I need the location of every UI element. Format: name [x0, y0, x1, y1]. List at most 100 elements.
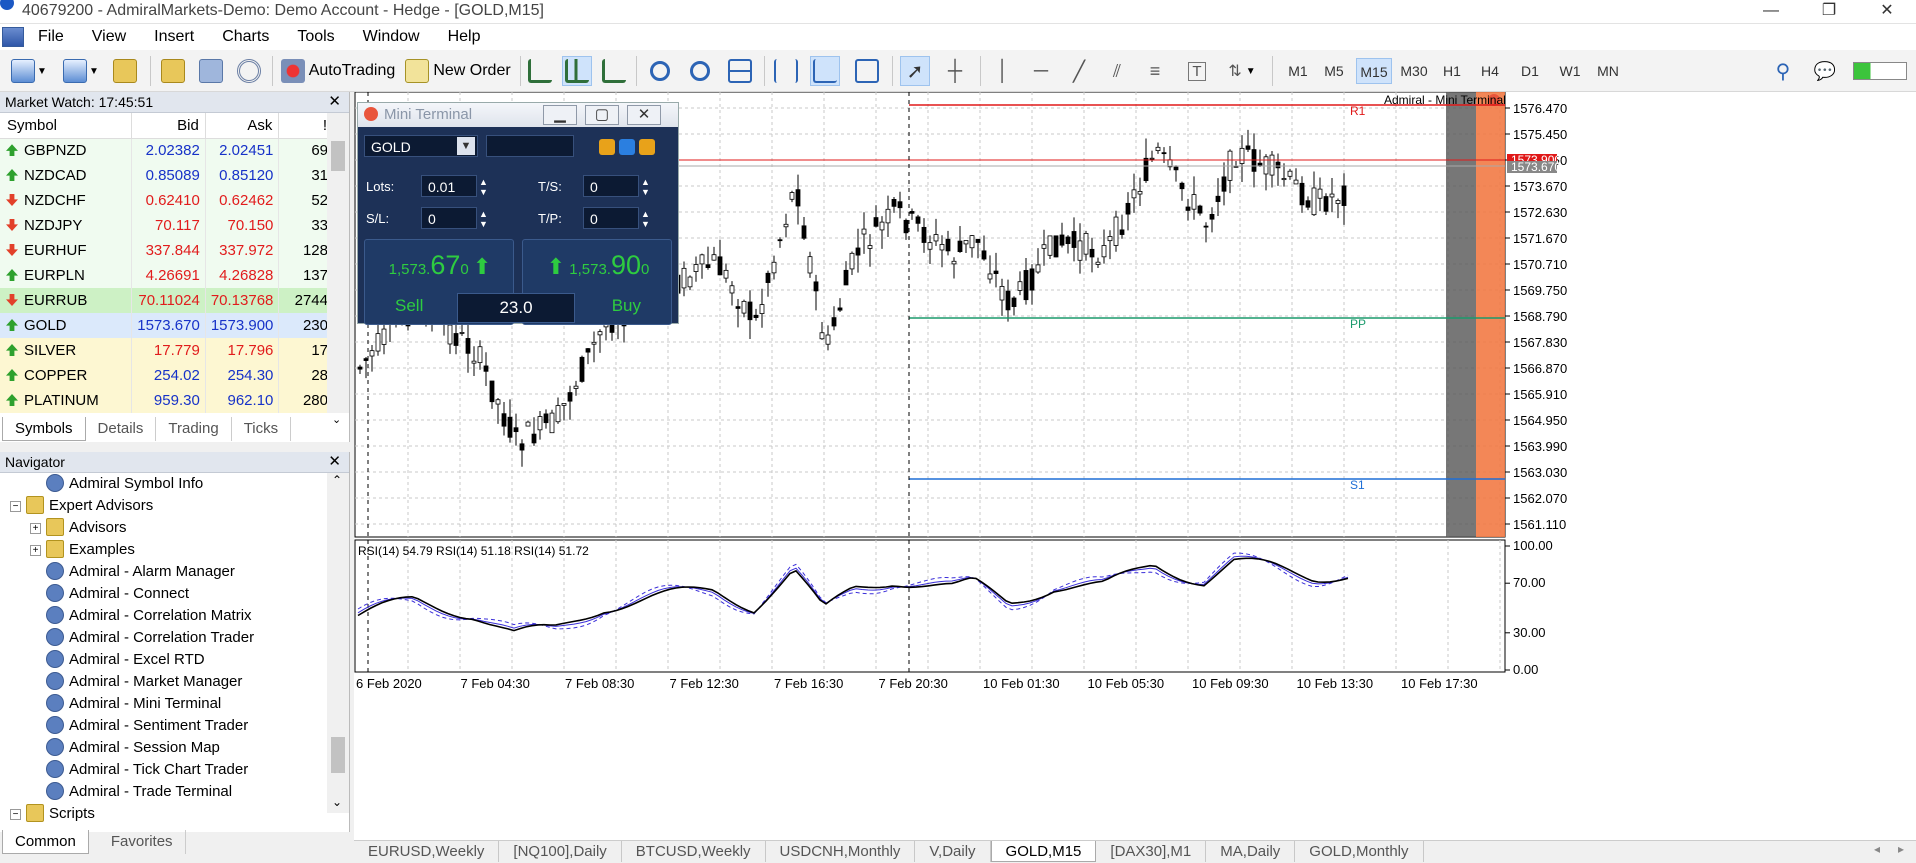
tile-windows-button[interactable] [726, 56, 754, 86]
navigator-item[interactable]: Admiral - Correlation Trader [0, 627, 327, 649]
settings-gear-icon[interactable] [619, 139, 635, 155]
sl-stepper[interactable]: ▲ ▼ [479, 209, 488, 229]
vertical-line-button[interactable]: │ [988, 56, 1018, 86]
text-label-button[interactable]: T [1182, 56, 1212, 86]
column-bid[interactable]: Bid [131, 113, 206, 139]
new-order-button[interactable]: New Order [404, 56, 512, 86]
chart-tab[interactable]: GOLD,M15 [990, 841, 1097, 862]
line-chart-button[interactable] [600, 56, 628, 86]
market-watch-row[interactable]: EURPLN 4.26691 4.26828 137 [0, 263, 334, 288]
connection-status[interactable] [1850, 56, 1910, 86]
crosshair-button[interactable]: ┼ [940, 56, 970, 86]
menu-charts[interactable]: Charts [208, 24, 283, 50]
new-chart-button[interactable]: ▼ [6, 56, 52, 86]
navigator-item[interactable]: − Scripts [0, 803, 327, 825]
chart-shift-button[interactable] [810, 56, 840, 86]
chart-tab[interactable]: [NQ100],Daily [499, 841, 622, 862]
navigator-item[interactable]: + Advisors [0, 517, 327, 539]
chat-button[interactable]: 💬 [1808, 56, 1842, 86]
navigator-scrollbar[interactable]: ⌃ ⌄ [327, 473, 349, 813]
minimize-button[interactable]: — [1742, 0, 1800, 24]
expand-icon[interactable]: + [30, 523, 41, 534]
column-ask[interactable]: Ask [205, 113, 280, 139]
navigator-item[interactable]: Admiral - Market Manager [0, 671, 327, 693]
collapse-icon[interactable]: − [10, 501, 21, 512]
menu-file[interactable]: File [24, 24, 78, 50]
timeframe-m30[interactable]: M30 [1396, 58, 1432, 84]
autoscroll-button[interactable] [772, 56, 800, 86]
horizontal-line-button[interactable]: ─ [1026, 56, 1056, 86]
expand-icon[interactable]: + [30, 545, 41, 556]
navigator-button[interactable] [196, 56, 226, 86]
navigator-item[interactable]: Admiral - Connect [0, 583, 327, 605]
navigator-item[interactable]: Admiral - Sentiment Trader [0, 715, 327, 737]
navigator-item[interactable]: − Expert Advisors [0, 495, 327, 517]
tab-ticks[interactable]: Ticks [232, 417, 292, 441]
candlestick-button[interactable] [562, 56, 592, 86]
orders-grid-icon[interactable] [639, 139, 655, 155]
market-watch-row[interactable]: NZDJPY 70.117 70.150 33 [0, 213, 334, 238]
zoom-out-button[interactable] [686, 56, 714, 86]
copy-icon[interactable] [599, 139, 615, 155]
chart-tab[interactable]: V,Daily [915, 841, 991, 862]
autotrading-button[interactable]: AutoTrading [280, 56, 396, 86]
market-watch-row[interactable]: NZDCAD 0.85089 0.85120 31 [0, 163, 334, 188]
close-button[interactable]: ✕ [1858, 0, 1916, 24]
profiles-button[interactable]: ▼ [58, 56, 104, 86]
tp-stepper[interactable]: ▲ ▼ [641, 209, 650, 229]
menu-help[interactable]: Help [434, 24, 495, 50]
market-watch-row[interactable]: SILVER 17.779 17.796 17 [0, 338, 334, 363]
navigator-item[interactable]: Admiral - Excel RTD [0, 649, 327, 671]
bar-chart-button[interactable] [526, 56, 554, 86]
trendline-button[interactable]: ╱ [1064, 56, 1094, 86]
market-watch-row[interactable]: GOLD 1573.670 1573.900 230 [0, 313, 334, 338]
navigator-item[interactable]: Admiral - Trade Terminal [0, 781, 327, 803]
market-watch-button[interactable] [158, 56, 188, 86]
tab-symbols[interactable]: Symbols [2, 417, 86, 441]
menu-insert[interactable]: Insert [140, 24, 208, 50]
market-watch-row[interactable]: EURRUB 70.11024 70.13768 2744 [0, 288, 334, 313]
navigator-close-icon[interactable]: ✕ [328, 452, 341, 472]
timeframe-m5[interactable]: M5 [1316, 58, 1352, 84]
mini-terminal-maximize-button[interactable]: ▢ [585, 105, 619, 125]
zoom-in-button[interactable] [646, 56, 674, 86]
navigator-item[interactable]: Admiral Symbol Info [0, 473, 327, 495]
menu-view[interactable]: View [78, 24, 140, 50]
tp-input[interactable]: 0 [583, 207, 639, 229]
collapse-icon[interactable]: − [10, 809, 21, 820]
chart-tab[interactable]: BTCUSD,Weekly [622, 841, 766, 862]
menu-tools[interactable]: Tools [283, 24, 348, 50]
market-watch-row[interactable]: EURHUF 337.844 337.972 128 [0, 238, 334, 263]
tab-favorites[interactable]: Favorites [89, 830, 186, 854]
market-watch-row[interactable]: PLATINUM 959.30 962.10 280 [0, 388, 334, 413]
arrows-button[interactable]: ⇅ ▼ [1222, 56, 1262, 86]
timeframe-d1[interactable]: D1 [1512, 58, 1548, 84]
mini-terminal-header[interactable]: Mini Terminal ▁ ▢ ✕ [358, 103, 678, 127]
tab-trading[interactable]: Trading [156, 417, 232, 441]
mini-terminal-panel[interactable]: Mini Terminal ▁ ▢ ✕ GOLD ▼ Lots: 0.01 ▲ ▼… [357, 102, 679, 325]
timeframe-h1[interactable]: H1 [1434, 58, 1470, 84]
timeframe-m15[interactable]: M15 [1356, 58, 1392, 84]
tabs-scroll-right-icon[interactable]: ▸ [1898, 842, 1904, 856]
sl-input[interactable]: 0 [421, 207, 477, 229]
column-spread[interactable]: ! [278, 113, 334, 139]
market-watch-row[interactable]: COPPER 254.02 254.30 28 [0, 363, 334, 388]
lots-stepper[interactable]: ▲ ▼ [479, 177, 488, 197]
chart-tab[interactable]: EURUSD,Weekly [354, 841, 500, 862]
lots-input[interactable]: 0.01 [421, 175, 477, 197]
chart-tab[interactable]: MA,Daily [1206, 841, 1296, 862]
navigator-item[interactable]: Admiral - Mini Terminal [0, 693, 327, 715]
chart-tab[interactable]: [DAX30],M1 [1096, 841, 1207, 862]
navigator-item[interactable]: Admiral - Correlation Matrix [0, 605, 327, 627]
timeframe-m1[interactable]: M1 [1280, 58, 1316, 84]
column-symbol[interactable]: Symbol [0, 113, 133, 139]
ts-input[interactable]: 0 [583, 175, 639, 197]
chart-tab[interactable]: GOLD,Monthly [1295, 841, 1424, 862]
fibonacci-button[interactable]: ≡ [1140, 56, 1170, 86]
system-menu-icon[interactable] [2, 27, 24, 47]
comment-field[interactable] [486, 135, 574, 157]
equidistant-channel-button[interactable]: ⫽ [1102, 56, 1132, 86]
market-watch-close-icon[interactable]: ✕ [328, 92, 341, 112]
tab-common[interactable]: Common [2, 830, 89, 854]
navigator-item[interactable]: + Examples [0, 539, 327, 561]
